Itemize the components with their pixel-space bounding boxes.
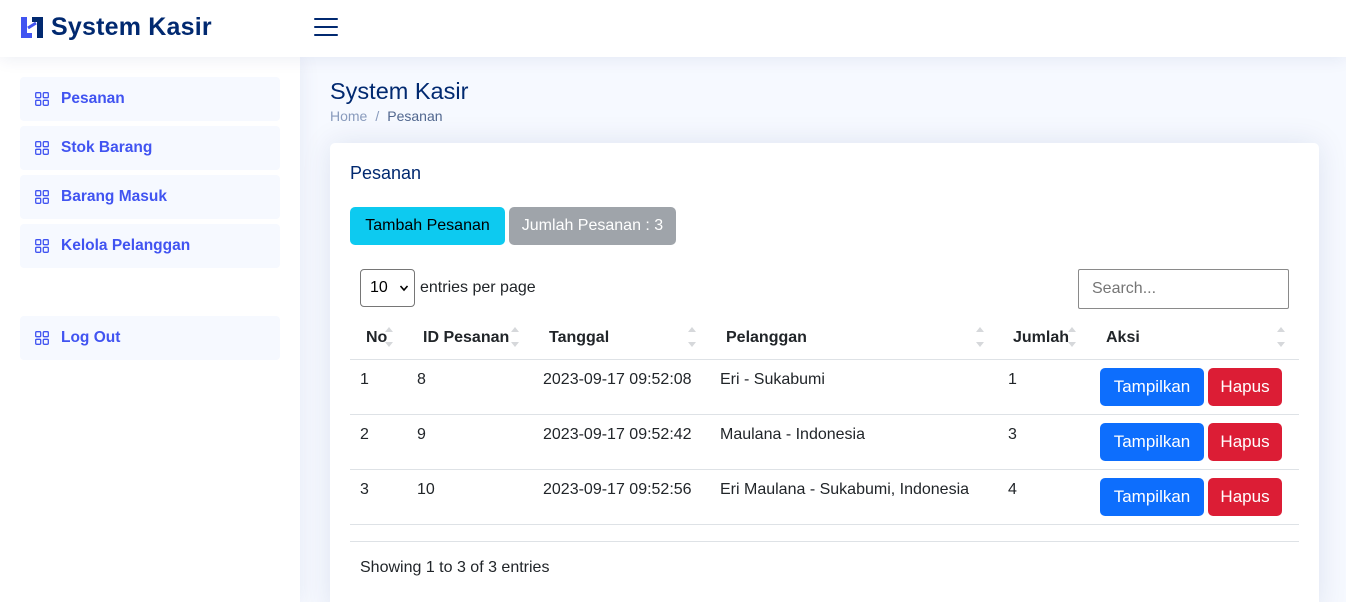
per-page-select[interactable]: 10 bbox=[360, 269, 415, 307]
table-divider bbox=[350, 541, 1299, 542]
show-button[interactable]: Tampilkan bbox=[1100, 478, 1204, 516]
logo-icon bbox=[21, 17, 43, 38]
cell-id: 10 bbox=[417, 481, 435, 498]
per-page-value: 10 bbox=[370, 279, 388, 296]
card-title: Pesanan bbox=[350, 163, 422, 183]
table-row: 3 10 2023-09-17 09:52:56 Eri Maulana - S… bbox=[350, 470, 1299, 525]
sidebar-item-label: Log Out bbox=[61, 329, 121, 346]
orders-card: Pesanan Tambah Pesanan Jumlah Pesanan : … bbox=[330, 143, 1319, 602]
order-count-badge: Jumlah Pesanan : 3 bbox=[509, 207, 676, 245]
page-title: System Kasir bbox=[330, 78, 469, 104]
sidebar-item-label: Pesanan bbox=[61, 90, 125, 107]
orders-table: No ID Pesanan Tanggal Pelanggan Jumlah A… bbox=[350, 319, 1299, 525]
show-button[interactable]: Tampilkan bbox=[1100, 423, 1204, 461]
cell-qty: 1 bbox=[1008, 371, 1017, 388]
grid-icon bbox=[35, 92, 49, 106]
grid-icon bbox=[35, 331, 49, 345]
cell-id: 8 bbox=[417, 371, 426, 388]
grid-icon bbox=[35, 141, 49, 155]
sort-icon[interactable] bbox=[511, 327, 519, 353]
delete-button[interactable]: Hapus bbox=[1208, 368, 1282, 406]
column-header-date[interactable]: Tanggal bbox=[549, 329, 609, 347]
sort-icon[interactable] bbox=[385, 327, 393, 353]
sort-icon[interactable] bbox=[976, 327, 984, 353]
breadcrumb: Home / Pesanan bbox=[330, 108, 443, 124]
logo[interactable]: System Kasir bbox=[19, 12, 212, 42]
table-header: No ID Pesanan Tanggal Pelanggan Jumlah A… bbox=[350, 319, 1299, 360]
sidebar-item-stok-barang[interactable]: Stok Barang bbox=[20, 126, 280, 170]
chevron-down-icon bbox=[400, 285, 408, 292]
delete-button[interactable]: Hapus bbox=[1208, 478, 1282, 516]
delete-button[interactable]: Hapus bbox=[1208, 423, 1282, 461]
sidebar-item-kelola-pelanggan[interactable]: Kelola Pelanggan bbox=[20, 224, 280, 268]
show-button[interactable]: Tampilkan bbox=[1100, 368, 1204, 406]
add-order-button[interactable]: Tambah Pesanan bbox=[350, 207, 505, 245]
cell-no: 1 bbox=[360, 371, 369, 388]
sidebar-item-pesanan[interactable]: Pesanan bbox=[20, 77, 280, 121]
cell-date: 2023-09-17 09:52:56 bbox=[543, 481, 692, 498]
sidebar-item-logout[interactable]: Log Out bbox=[20, 316, 280, 360]
breadcrumb-current: Pesanan bbox=[387, 108, 443, 124]
column-header-id[interactable]: ID Pesanan bbox=[423, 329, 509, 347]
sidebar-item-barang-masuk[interactable]: Barang Masuk bbox=[20, 175, 280, 219]
cell-qty: 3 bbox=[1008, 426, 1017, 443]
cell-customer: Eri Maulana - Sukabumi, Indonesia bbox=[720, 481, 970, 498]
entries-per-page: 10 entries per page bbox=[360, 269, 536, 307]
top-header: System Kasir bbox=[0, 0, 1346, 57]
breadcrumb-home-link[interactable]: Home bbox=[330, 108, 367, 124]
cell-date: 2023-09-17 09:52:42 bbox=[543, 426, 692, 443]
search-input[interactable] bbox=[1078, 269, 1289, 309]
table-info: Showing 1 to 3 of 3 entries bbox=[360, 559, 550, 576]
sort-icon[interactable] bbox=[1068, 327, 1076, 353]
cell-customer: Maulana - Indonesia bbox=[720, 426, 865, 443]
sidebar-item-label: Stok Barang bbox=[61, 139, 153, 156]
cell-id: 9 bbox=[417, 426, 426, 443]
sort-icon[interactable] bbox=[1277, 327, 1285, 353]
sidebar-item-label: Barang Masuk bbox=[61, 188, 167, 205]
cell-no: 3 bbox=[360, 481, 369, 498]
table-row: 1 8 2023-09-17 09:52:08 Eri - Sukabumi 1… bbox=[350, 360, 1299, 415]
cell-no: 2 bbox=[360, 426, 369, 443]
per-page-label: entries per page bbox=[420, 279, 536, 296]
grid-icon bbox=[35, 239, 49, 253]
column-header-qty[interactable]: Jumlah bbox=[1013, 329, 1069, 347]
column-header-action[interactable]: Aksi bbox=[1106, 329, 1140, 347]
app-title: System Kasir bbox=[51, 12, 212, 41]
sidebar-toggle-button[interactable] bbox=[314, 16, 338, 38]
cell-qty: 4 bbox=[1008, 481, 1017, 498]
cell-date: 2023-09-17 09:52:08 bbox=[543, 371, 692, 388]
table-row: 2 9 2023-09-17 09:52:42 Maulana - Indone… bbox=[350, 415, 1299, 470]
sidebar: Pesanan Stok Barang Barang Masuk Kelola … bbox=[0, 57, 300, 602]
column-header-customer[interactable]: Pelanggan bbox=[726, 329, 807, 347]
breadcrumb-separator: / bbox=[375, 108, 380, 124]
sort-icon[interactable] bbox=[688, 327, 696, 353]
cell-customer: Eri - Sukabumi bbox=[720, 371, 825, 388]
sidebar-item-label: Kelola Pelanggan bbox=[61, 237, 191, 254]
grid-icon bbox=[35, 190, 49, 204]
